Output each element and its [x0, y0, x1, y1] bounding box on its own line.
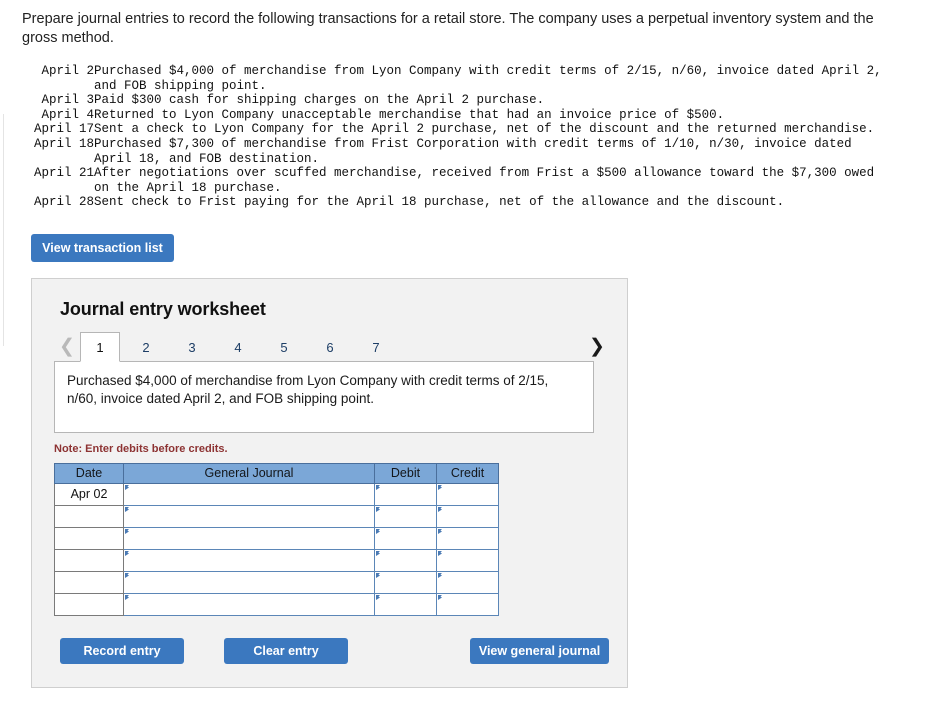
journal-header-row: Date General Journal Debit Credit	[54, 462, 499, 484]
transaction-date: April 3	[41, 93, 94, 108]
transaction-date: April 21	[33, 166, 94, 181]
transaction-description-box: Purchased $4,000 of merchandise from Lyo…	[54, 360, 594, 433]
table-row	[54, 570, 499, 594]
journal-date-cell[interactable]	[54, 504, 124, 528]
journal-date-cell[interactable]	[54, 592, 124, 616]
journal-credit-input[interactable]	[436, 504, 499, 528]
worksheet-tab-2[interactable]: 2	[126, 333, 166, 361]
journal-credit-input[interactable]	[436, 526, 499, 550]
table-row: Apr 02	[54, 482, 499, 506]
column-header-date: Date	[54, 462, 124, 484]
transaction-date: April 4	[41, 107, 94, 122]
instructions-paragraph: Prepare journal entries to record the fo…	[22, 11, 874, 46]
transaction-description: Sent a check to Lyon Company for the Apr…	[94, 122, 875, 137]
transaction-row: April 4 Returned to Lyon Company unaccep…	[22, 108, 894, 123]
journal-credit-input[interactable]	[436, 592, 499, 616]
journal-table-body: Apr 02	[54, 482, 499, 616]
journal-account-input[interactable]	[123, 570, 375, 594]
table-row	[54, 592, 499, 616]
transaction-description: Sent check to Frist paying for the April…	[94, 195, 785, 210]
view-general-journal-button[interactable]: View general journal	[470, 637, 609, 664]
column-header-debit: Debit	[374, 462, 437, 484]
chevron-right-icon[interactable]: ❯	[584, 332, 610, 361]
journal-credit-input[interactable]	[436, 570, 499, 594]
journal-debit-input[interactable]	[374, 592, 437, 616]
worksheet-tab-3[interactable]: 3	[172, 333, 212, 361]
journal-account-input[interactable]	[123, 526, 375, 550]
transaction-date: April 2	[41, 64, 94, 78]
table-row	[54, 548, 499, 572]
transaction-date: April 18	[33, 136, 94, 151]
record-entry-button[interactable]: Record entry	[60, 637, 184, 664]
transaction-row: April 3 Paid $300 cash for shipping char…	[22, 93, 894, 108]
worksheet-title: Journal entry worksheet	[60, 298, 266, 319]
table-row	[54, 504, 499, 528]
transaction-description: Paid $300 cash for shipping charges on t…	[94, 93, 545, 108]
transaction-description: Purchased $7,300 of merchandise from Fri…	[94, 136, 852, 166]
journal-debit-input[interactable]	[374, 526, 437, 550]
journal-entry-worksheet-panel: Journal entry worksheet ❮ 1 2 3 4 5 6 7 …	[31, 277, 628, 688]
transaction-list: April 2 Purchased $4,000 of merchandise …	[22, 64, 894, 210]
transaction-row: April 28 Sent check to Frist paying for …	[22, 195, 894, 210]
journal-entry-table: Date General Journal Debit Credit Apr 02	[54, 462, 499, 616]
journal-date-cell[interactable]	[54, 548, 124, 572]
journal-date-cell[interactable]	[54, 526, 124, 550]
journal-account-input[interactable]	[123, 482, 375, 506]
journal-credit-input[interactable]	[436, 482, 499, 506]
transaction-list-body: April 2 Purchased $4,000 of merchandise …	[22, 64, 894, 210]
transaction-row: April 17 Sent a check to Lyon Company fo…	[22, 122, 894, 137]
worksheet-tab-6[interactable]: 6	[310, 333, 350, 361]
journal-debit-input[interactable]	[374, 504, 437, 528]
journal-account-input[interactable]	[123, 504, 375, 528]
chevron-left-icon[interactable]: ❮	[54, 332, 80, 361]
journal-credit-input[interactable]	[436, 548, 499, 572]
transaction-description: Returned to Lyon Company unacceptable me…	[94, 107, 725, 122]
worksheet-tab-1[interactable]: 1	[80, 331, 120, 362]
worksheet-tab-4[interactable]: 4	[218, 333, 258, 361]
journal-account-input[interactable]	[123, 548, 375, 572]
transaction-date: April 28	[33, 195, 94, 210]
worksheet-footer: Record entry Clear entry View general jo…	[54, 637, 610, 665]
journal-debit-input[interactable]	[374, 570, 437, 594]
debits-before-credits-note: Note: Enter debits before credits.	[54, 442, 228, 455]
worksheet-tab-7[interactable]: 7	[356, 333, 396, 361]
worksheet-tab-strip: ❮ 1 2 3 4 5 6 7 ❯	[54, 331, 610, 362]
clear-entry-button[interactable]: Clear entry	[224, 637, 348, 664]
journal-debit-input[interactable]	[374, 548, 437, 572]
table-row	[54, 526, 499, 550]
worksheet-tab-5[interactable]: 5	[264, 333, 304, 361]
transaction-row: April 2 Purchased $4,000 of merchandise …	[22, 64, 894, 93]
column-header-credit: Credit	[436, 462, 499, 484]
transaction-date: April 17	[33, 122, 94, 137]
journal-table-head: Date General Journal Debit Credit	[54, 462, 499, 484]
transaction-row: April 21 After negotiations over scuffed…	[22, 166, 894, 195]
page-root: Prepare journal entries to record the fo…	[0, 0, 926, 688]
view-transaction-list-button[interactable]: View transaction list	[31, 233, 174, 262]
transaction-row: April 18 Purchased $7,300 of merchandise…	[22, 137, 894, 166]
transaction-description: Purchased $4,000 of merchandise from Lyo…	[94, 64, 882, 93]
page-left-edge-rule	[3, 114, 4, 346]
journal-debit-input[interactable]	[374, 482, 437, 506]
column-header-general-journal: General Journal	[123, 462, 375, 484]
transaction-description: After negotiations over scuffed merchand…	[94, 166, 875, 195]
journal-date-cell[interactable]	[54, 570, 124, 594]
journal-account-input[interactable]	[123, 592, 375, 616]
journal-date-cell[interactable]: Apr 02	[54, 482, 124, 506]
